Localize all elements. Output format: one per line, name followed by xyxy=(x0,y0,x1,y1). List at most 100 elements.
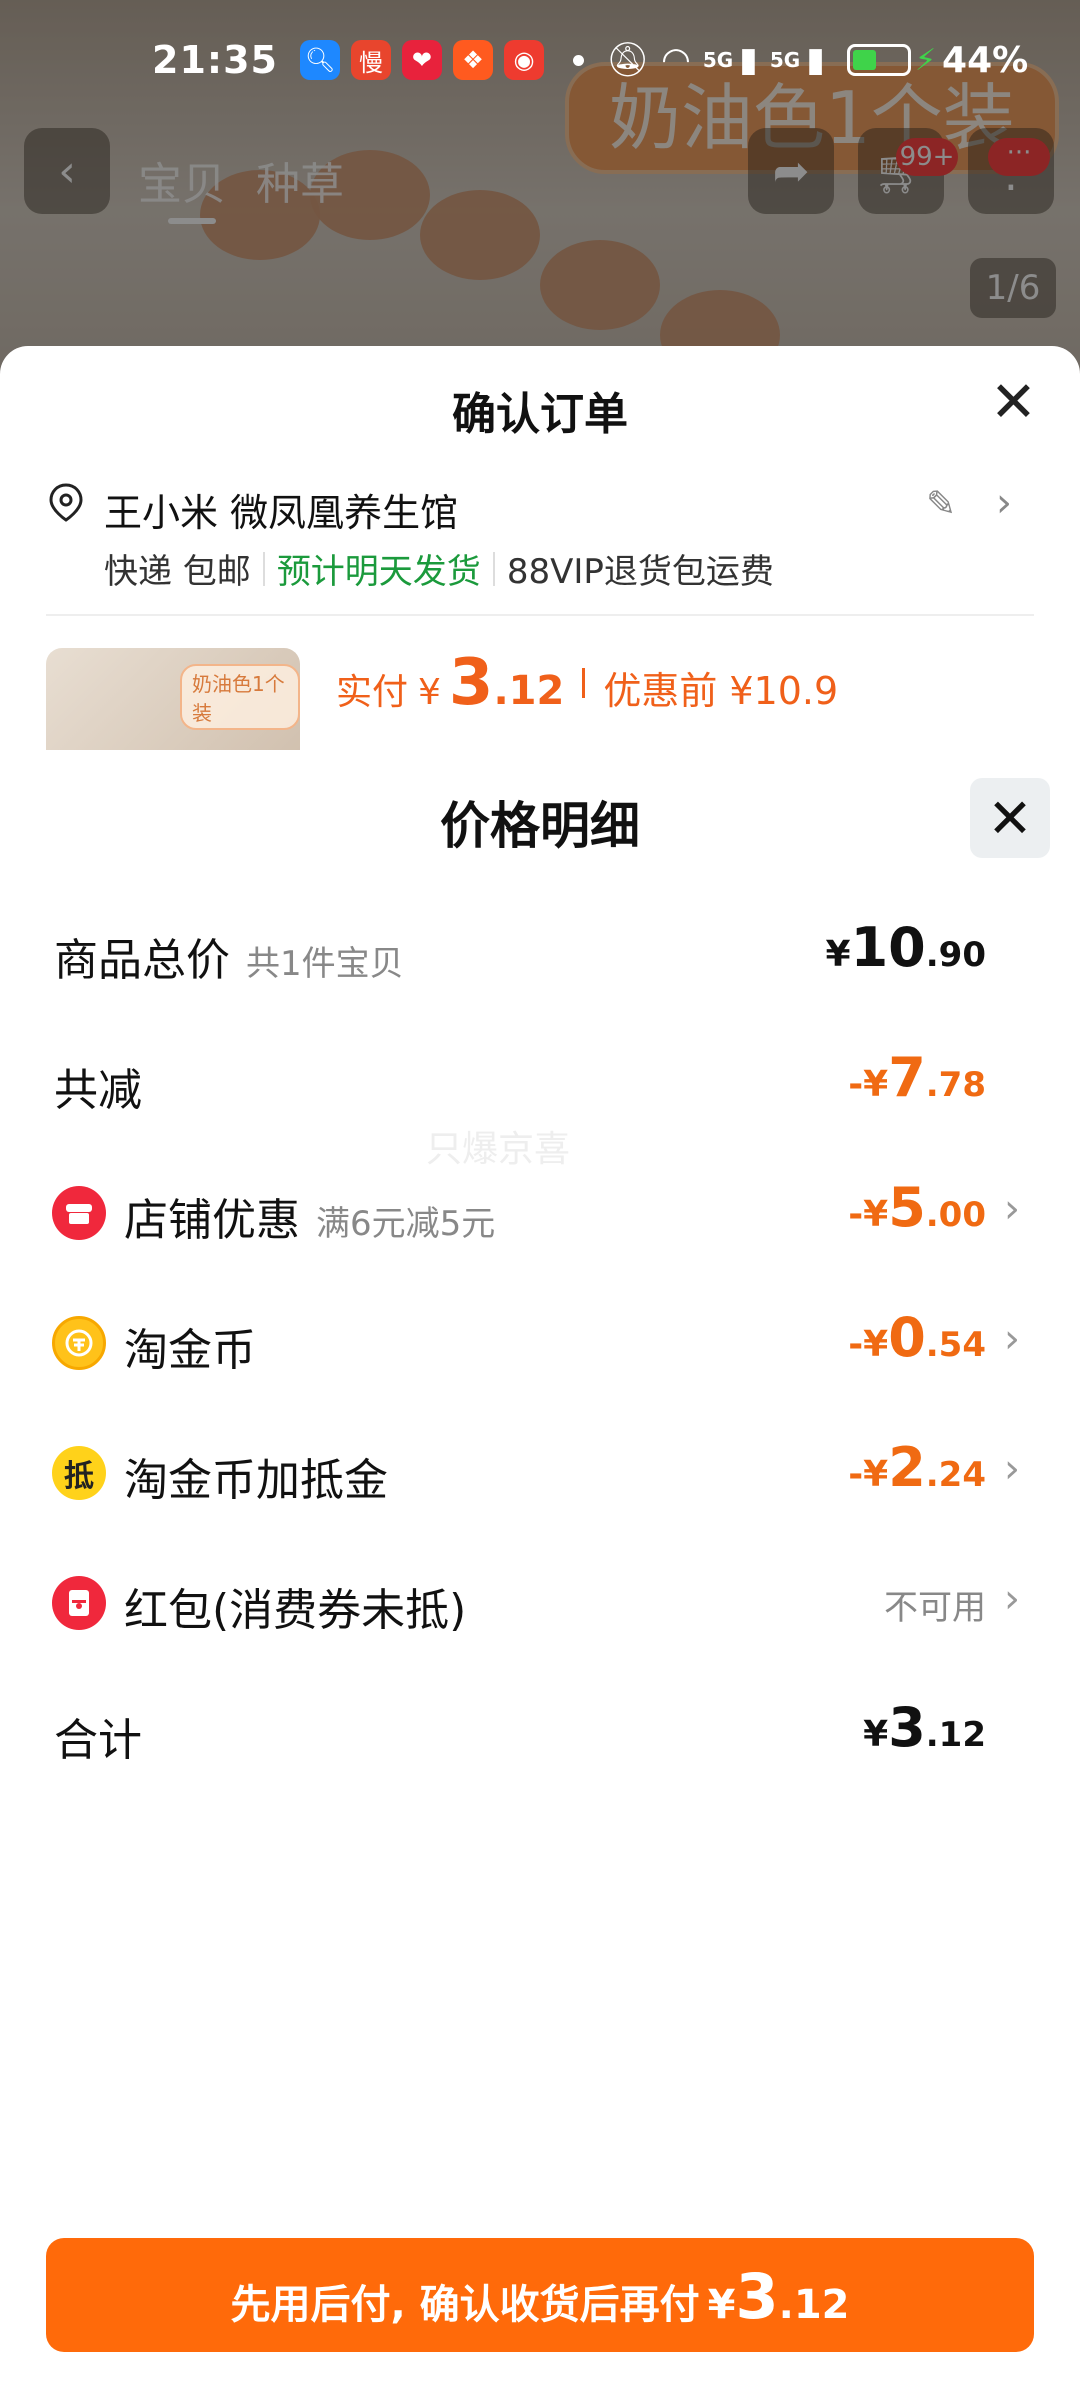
row-shop-discount[interactable]: 店铺优惠 满6元减5元 -¥ 5.00 › xyxy=(0,1176,1080,1256)
grand-total-label: 合计 xyxy=(54,1715,142,1766)
wifi-icon: ◠ xyxy=(661,40,691,80)
signal-icon: ▮ xyxy=(806,40,825,80)
taojinbi-deduct-label: 淘金币加抵金 xyxy=(124,1455,388,1506)
shop-app-icon: ◉ xyxy=(503,40,544,80)
row-red-packet[interactable]: 红包(消费券未抵) 不可用 › xyxy=(0,1566,1080,1646)
chevron-right-icon: › xyxy=(1004,1186,1020,1232)
shop-discount-label: 店铺优惠 xyxy=(124,1195,300,1246)
chevron-right-icon: › xyxy=(1004,1576,1020,1622)
goods-total-value: ¥10.90 xyxy=(826,916,986,979)
heart-app-icon: ❤ xyxy=(401,40,442,80)
deduct-icon: 抵 xyxy=(52,1446,106,1500)
actual-pay-summary: 实付 ¥ 3 .12 优惠前 ¥10.9 xyxy=(336,646,838,720)
divider xyxy=(262,551,265,586)
amount-int: 3 xyxy=(888,1696,926,1759)
row-label: 商品总价 共1件宝贝 xyxy=(54,924,404,988)
chevron-right-icon: › xyxy=(1004,1446,1020,1492)
amount-dec: .78 xyxy=(925,1065,986,1105)
shop-glyph xyxy=(66,1204,92,1224)
shipping-method: 快递 包邮 xyxy=(104,552,251,592)
close-price-detail-button[interactable]: ✕ xyxy=(970,778,1050,858)
thumbnail-tag: 奶油色1个装 xyxy=(180,664,300,730)
currency-symbol: ¥ xyxy=(863,1714,889,1755)
shop-discount-value: -¥ 5.00 xyxy=(848,1176,986,1239)
shop-discount-rule: 满6元减5元 xyxy=(316,1204,496,1244)
amount-dec: .24 xyxy=(925,1455,986,1495)
amount-dec: .54 xyxy=(925,1325,986,1365)
close-icon: ✕ xyxy=(987,786,1033,850)
notification-dot xyxy=(572,54,584,66)
total-discount-label: 共减 xyxy=(54,1065,142,1116)
amount-dec: .00 xyxy=(925,1195,986,1235)
red-packet-glyph xyxy=(69,1590,89,1616)
delivery-estimate: 预计明天发货 xyxy=(276,552,481,592)
red-packet-status: 不可用 xyxy=(884,1588,986,1628)
row-total-discount: 共减 -¥ 7.78 xyxy=(0,1046,1080,1126)
slow-app-icon: 慢 xyxy=(350,40,391,80)
currency-symbol: -¥ xyxy=(848,1064,889,1105)
network-5g-label: 5G xyxy=(702,48,734,72)
network-5g-label: 5G xyxy=(769,48,801,72)
shop-icon xyxy=(52,1186,106,1240)
row-taojinbi[interactable]: 淘金币 -¥ 0.54 › xyxy=(0,1306,1080,1386)
chevron-right-icon[interactable]: › xyxy=(996,480,1012,526)
total-discount-value: -¥ 7.78 xyxy=(848,1046,986,1109)
charging-icon: ⚡︎ xyxy=(914,42,937,78)
chevron-right-icon: › xyxy=(1004,1316,1020,1362)
goods-total-label: 商品总价 xyxy=(54,935,230,986)
pay-amount-int: 3 xyxy=(448,646,494,720)
amount-int: 10 xyxy=(850,916,926,979)
cta-label: 先用后付, 确认收货后再付 xyxy=(230,2282,700,2328)
red-packet-label: 红包(消费券未抵) xyxy=(124,1585,467,1636)
status-time: 21:35 xyxy=(152,38,278,82)
amount-int: 7 xyxy=(888,1046,926,1109)
actual-pay-label: 实付 xyxy=(336,672,409,713)
grand-total-value: ¥3.12 xyxy=(863,1696,986,1759)
currency-symbol: ¥ xyxy=(707,2282,736,2328)
currency-symbol: -¥ xyxy=(848,1324,889,1365)
red-packet-icon xyxy=(52,1576,106,1630)
divider xyxy=(582,668,586,698)
status-bar: 21:35 🔍︎ 慢 ❤ ❖ ◉ 🔕︎ ◠ 5G ▮ 5G ▮ ⚡︎ 44% xyxy=(0,0,1080,120)
watermark: 只爆京喜 xyxy=(426,1129,571,1170)
coin-icon xyxy=(52,1316,106,1370)
order-sheet-title: 确认订单 xyxy=(452,389,628,440)
divider xyxy=(492,551,495,586)
pay-later-confirm-button[interactable]: 先用后付, 确认收货后再付 ¥ 3 .12 xyxy=(46,2238,1034,2352)
currency-symbol: -¥ xyxy=(848,1194,889,1235)
battery-fill xyxy=(852,50,876,70)
divider xyxy=(46,614,1034,616)
battery-icon xyxy=(846,44,911,76)
row-goods-total: 商品总价 共1件宝贝 ¥10.90 xyxy=(0,916,1080,996)
item-count-note: 共1件宝贝 xyxy=(246,944,404,984)
pay-amount-dec: .12 xyxy=(493,668,565,714)
amount-int: 0 xyxy=(888,1306,926,1369)
cta-amount-dec: .12 xyxy=(778,2282,850,2328)
price-before-discount: 优惠前 ¥10.9 xyxy=(603,669,839,713)
shipping-info: 快递 包邮 预计明天发货 88VIP退货包运费 xyxy=(104,544,774,593)
grid-app-icon: ❖ xyxy=(452,40,493,80)
edit-icon[interactable]: ✎ xyxy=(926,484,956,525)
price-detail-title: 价格明细 xyxy=(440,797,640,855)
row-label: 店铺优惠 满6元减5元 xyxy=(124,1184,495,1248)
currency-symbol: -¥ xyxy=(848,1454,889,1495)
coin-glyph xyxy=(65,1329,93,1357)
battery-percent: 44% xyxy=(942,39,1029,81)
taojinbi-label: 淘金币 xyxy=(124,1325,256,1376)
search-app-icon: 🔍︎ xyxy=(299,40,340,80)
signal-icon: ▮ xyxy=(739,40,758,80)
row-taojinbi-deduct[interactable]: 抵 淘金币加抵金 -¥ 2.24 › xyxy=(0,1436,1080,1516)
address-name[interactable]: 王小米 微凤凰养生馆 xyxy=(104,482,458,537)
mute-icon: 🔕︎ xyxy=(605,40,650,80)
close-icon: ✕ xyxy=(990,370,1037,435)
cta-amount-int: 3 xyxy=(735,2260,779,2333)
row-grand-total: 合计 ¥3.12 xyxy=(0,1696,1080,1776)
amount-dec: .90 xyxy=(925,935,986,975)
price-detail-sheet: 价格明细 ✕ 商品总价 共1件宝贝 ¥10.90 共减 -¥ 7.78 只爆京喜 店… xyxy=(0,750,1080,2400)
taojinbi-value: -¥ 0.54 xyxy=(848,1306,986,1369)
amount-dec: .12 xyxy=(925,1715,986,1755)
close-order-button[interactable]: ✕ xyxy=(990,370,1037,435)
taojinbi-deduct-value: -¥ 2.24 xyxy=(848,1436,986,1499)
return-shipping-note: 88VIP退货包运费 xyxy=(506,552,774,592)
location-pin-icon xyxy=(49,483,83,522)
